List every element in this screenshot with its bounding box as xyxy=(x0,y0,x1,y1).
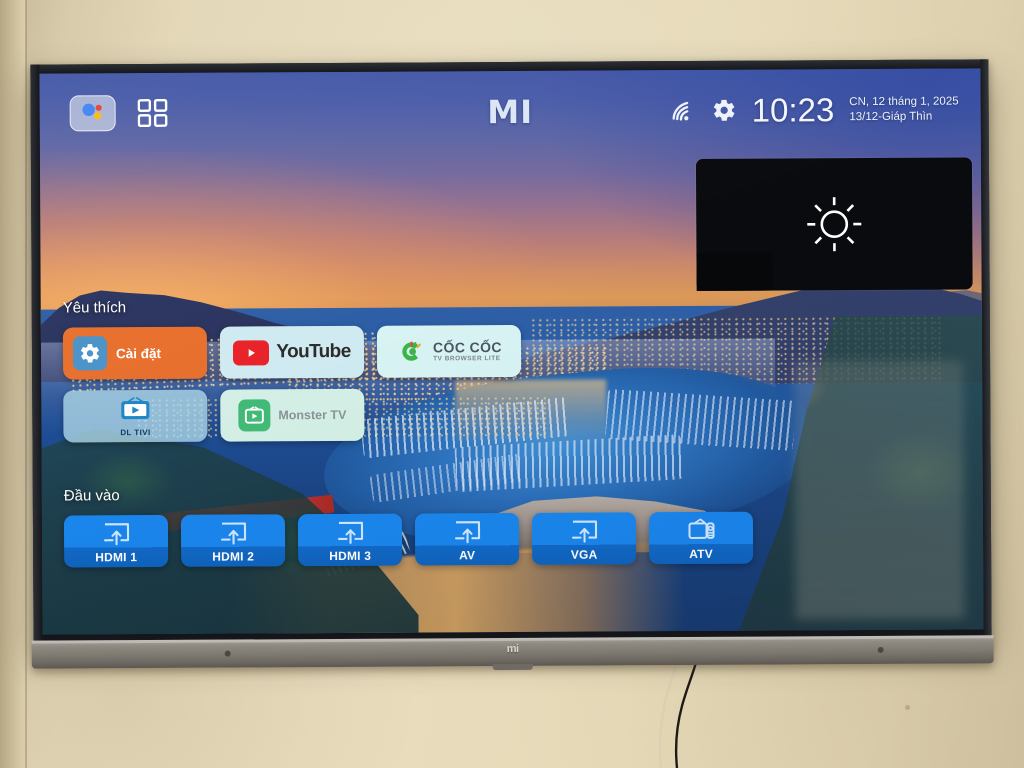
app-tile-label: CỐC CỐC xyxy=(432,338,502,356)
wall-corner-seam xyxy=(25,0,27,768)
input-tile-atv[interactable]: ATV xyxy=(648,511,754,565)
ir-receiver-nub xyxy=(492,663,533,671)
input-tile-hdmi3[interactable]: HDMI 3 xyxy=(297,513,403,567)
app-tile-settings[interactable]: Cài đặt xyxy=(62,326,208,380)
input-tile-hdmi1[interactable]: HDMI 1 xyxy=(63,514,169,568)
app-tile-sublabel: TV BROWSER LITE xyxy=(433,355,501,363)
inputs-row: HDMI 1 HDMI 2 HDMI 3 AV VGA ATV xyxy=(63,510,984,568)
input-tile-av[interactable]: AV xyxy=(414,512,520,566)
date-gregorian: CN, 12 tháng 1, 2025 xyxy=(849,95,959,109)
app-tile-youtube[interactable]: YouTube xyxy=(219,325,365,379)
app-tile-label: Cài đặt xyxy=(115,345,162,361)
input-arrow-icon xyxy=(101,521,130,546)
date-lunar: 13/12-Giáp Thìn xyxy=(849,110,933,123)
date-block: CN, 12 tháng 1, 2025 13/12-Giáp Thìn xyxy=(849,95,958,124)
coccoc-icon xyxy=(396,334,426,368)
mi-brand-logo: MI xyxy=(487,92,534,132)
input-arrow-icon xyxy=(218,520,247,545)
app-tile-monstertv[interactable]: Monster TV xyxy=(220,388,365,442)
tv-play-icon xyxy=(238,399,271,432)
input-tile-label: HDMI 3 xyxy=(329,548,372,564)
favourites-row-1: Cài đặt YouTube CỐC CỐC TV BROWSER LITE xyxy=(62,323,910,380)
google-assistant-icon xyxy=(78,100,108,127)
gear-icon xyxy=(72,336,108,371)
app-tile-label: Monster TV xyxy=(278,407,347,423)
google-assistant-button[interactable] xyxy=(69,95,116,132)
tv-bottom-bezel: mi xyxy=(31,635,994,671)
brightness-osd-panel xyxy=(695,157,973,291)
app-tile-coccoc[interactable]: CỐC CỐC TV BROWSER LITE xyxy=(376,324,522,378)
tv-screen: MI 10:23 CN, 12 tháng 1, 2025 13/12-Giáp… xyxy=(39,68,984,635)
input-tile-label: HDMI 2 xyxy=(212,549,255,564)
input-arrow-icon xyxy=(452,519,481,544)
wall-corner-shadow xyxy=(0,0,26,768)
brightness-sun-icon xyxy=(803,193,865,255)
app-tile-label: DL TIVI xyxy=(120,427,151,437)
favourites-row-2: DL TIVI Monster TV xyxy=(63,386,910,443)
bezel-screw xyxy=(224,650,231,657)
room-photo: MI 10:23 CN, 12 tháng 1, 2025 13/12-Giáp… xyxy=(0,0,1024,768)
input-arrow-icon xyxy=(335,520,364,545)
dltivi-badge: DL TIVI xyxy=(118,396,152,437)
input-tile-vga[interactable]: VGA xyxy=(531,512,637,565)
wifi-icon[interactable] xyxy=(670,99,697,121)
app-tile-label: YouTube xyxy=(276,340,351,363)
coccoc-wordmark: CỐC CỐC TV BROWSER LITE xyxy=(432,338,502,363)
input-arrow-icon xyxy=(569,519,598,544)
apps-grid-icon[interactable] xyxy=(137,98,168,128)
tv-play-icon xyxy=(118,396,152,427)
inputs-section: Đầu vào HDMI 1 HDMI 2 HDMI 3 AV VGA ATV xyxy=(63,482,984,568)
status-bar-right: 10:23 CN, 12 tháng 1, 2025 13/12-Giáp Th… xyxy=(670,91,959,129)
status-bar: MI 10:23 CN, 12 tháng 1, 2025 13/12-Giáp… xyxy=(39,68,980,151)
input-tile-label: AV xyxy=(459,548,476,563)
input-tile-hdmi2[interactable]: HDMI 2 xyxy=(180,514,286,567)
mi-chin-logo: mi xyxy=(506,642,519,656)
input-tile-label: VGA xyxy=(570,547,598,562)
television-set: MI 10:23 CN, 12 tháng 1, 2025 13/12-Giáp… xyxy=(30,59,994,671)
wall-blemish xyxy=(905,705,910,710)
antenna-tv-icon xyxy=(686,518,715,543)
favourites-section: Yêu thích Cài đặt YouTube CỐC CỐC TV BRO… xyxy=(63,295,911,443)
osd-shade xyxy=(696,252,773,291)
input-tile-label: HDMI 1 xyxy=(95,550,138,565)
clock: 10:23 xyxy=(751,91,835,129)
favourites-title: Yêu thích xyxy=(62,299,127,317)
input-tile-label: ATV xyxy=(689,546,714,562)
app-tile-dltivi[interactable]: DL TIVI xyxy=(63,389,208,443)
youtube-play-icon xyxy=(233,339,270,366)
gear-icon[interactable] xyxy=(712,98,737,123)
bezel-screw xyxy=(877,646,884,653)
